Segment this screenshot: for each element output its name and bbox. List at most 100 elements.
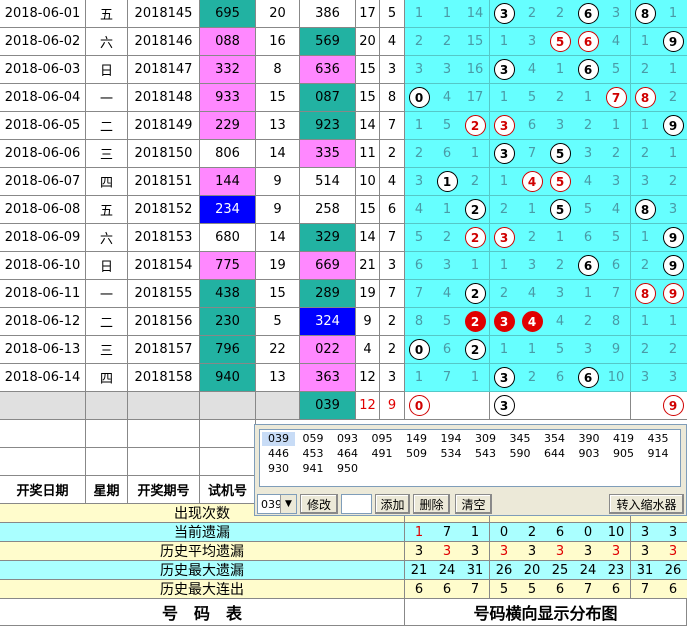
draw-date: 2018-06-07: [0, 168, 86, 196]
trial-number: 229: [200, 112, 256, 140]
number-combo[interactable]: 039 ▼: [257, 494, 297, 514]
number-list-item[interactable]: 941: [297, 462, 330, 476]
clear-button[interactable]: 清空: [455, 494, 492, 514]
dist-cell: 6: [574, 0, 603, 28]
stat-value: 1: [405, 523, 434, 542]
stat-value: 10: [602, 523, 631, 542]
dist-cell: 5: [602, 224, 631, 252]
dist-cell: 6: [518, 112, 547, 140]
number-list-item[interactable]: 390: [573, 432, 606, 446]
number-ball: 3: [493, 143, 515, 164]
number-list-item[interactable]: 464: [331, 447, 364, 461]
dist-cell: 1: [546, 56, 575, 84]
dist-cell: 4: [518, 168, 547, 196]
number-ball: 2: [464, 311, 486, 332]
number-list-item[interactable]: 345: [504, 432, 537, 446]
number-ball: 6: [577, 31, 599, 52]
stat-value: 3: [518, 542, 547, 561]
number-list-item[interactable]: 644: [538, 447, 571, 461]
number-list-item[interactable]: 543: [469, 447, 502, 461]
open-span: 3: [380, 56, 405, 84]
dist-cell: 6: [574, 56, 603, 84]
number-list-item[interactable]: 491: [366, 447, 399, 461]
number-list-item[interactable]: 534: [435, 447, 468, 461]
dist-cell: 6: [433, 336, 462, 364]
number-list-item[interactable]: 930: [262, 462, 295, 476]
number-list-item[interactable]: 446: [262, 447, 295, 461]
dist-cell: 3: [490, 140, 519, 168]
dist-cell: 4: [602, 196, 631, 224]
number-list-item[interactable]: 950: [331, 462, 364, 476]
number-list-item[interactable]: 149: [400, 432, 433, 446]
trial-number: 230: [200, 308, 256, 336]
dist-cell: 6: [574, 224, 603, 252]
dist-cell: 8: [405, 308, 434, 336]
number-list-item[interactable]: 309: [469, 432, 502, 446]
dist-cell: 2: [631, 140, 660, 168]
open-span: 2: [380, 308, 405, 336]
dist-cell: 3: [490, 224, 519, 252]
dist-cell: 3: [490, 364, 519, 392]
chevron-down-icon[interactable]: ▼: [280, 495, 296, 513]
number-ball: 6: [577, 255, 599, 276]
edit-input[interactable]: [341, 494, 372, 514]
number-ball: 0: [408, 339, 430, 360]
number-list[interactable]: 039 059 093 095 149 194 309 345 354 390 419 435 446 4…: [259, 429, 681, 487]
dist-cell: 3: [433, 252, 462, 280]
number-ball: 6: [577, 3, 599, 24]
number-list-item[interactable]: 435: [642, 432, 675, 446]
dist-cell: 2: [461, 308, 490, 336]
number-ball: 2: [464, 115, 486, 136]
dist-cell: 4: [518, 280, 547, 308]
dist-cell: 9: [659, 112, 687, 140]
number-list-item[interactable]: 914: [642, 447, 675, 461]
number-list-item[interactable]: 354: [538, 432, 571, 446]
trial-sum: 14: [256, 224, 300, 252]
number-list-item[interactable]: 590: [504, 447, 537, 461]
number-list-item[interactable]: 905: [607, 447, 640, 461]
blank-cell: [86, 448, 128, 476]
dist-cell: 6: [574, 28, 603, 56]
draw-date: 2018-06-14: [0, 364, 86, 392]
open-sum: 10: [356, 168, 380, 196]
number-list-item[interactable]: 509: [400, 447, 433, 461]
number-list-item[interactable]: 093: [331, 432, 364, 446]
stat-value: 3: [659, 542, 687, 561]
shrink-button[interactable]: 转入缩水器: [609, 494, 684, 514]
dist-cell: 3: [602, 0, 631, 28]
open-number: 363: [300, 364, 356, 392]
dist-cell: 0: [405, 336, 434, 364]
dist-cell: 1: [659, 0, 687, 28]
dist-cell: 1: [461, 364, 490, 392]
dist-cell: 5: [602, 56, 631, 84]
delete-button[interactable]: 删除: [413, 494, 450, 514]
trial-sum: 15: [256, 280, 300, 308]
trial-number: 695: [200, 0, 256, 28]
modify-button[interactable]: 修改: [300, 494, 338, 514]
dist-cell: 3: [405, 168, 434, 196]
dist-cell: 2: [490, 280, 519, 308]
dist-cell: 9: [659, 280, 687, 308]
dist-cell: 15: [461, 28, 490, 56]
dist-cell: 3: [490, 56, 519, 84]
number-list-item[interactable]: 059: [297, 432, 330, 446]
dist-cell: 8: [631, 196, 660, 224]
predict-cell: [461, 392, 490, 420]
number-ball: 2: [464, 339, 486, 360]
number-list-item[interactable]: 903: [573, 447, 606, 461]
add-button[interactable]: 添加: [375, 494, 410, 514]
stat-value: 6: [546, 523, 575, 542]
dist-cell: 2: [602, 140, 631, 168]
predict-number: 039: [300, 392, 356, 420]
number-list-item[interactable]: 419: [607, 432, 640, 446]
trial-number: 144: [200, 168, 256, 196]
draw-date: 2018-06-12: [0, 308, 86, 336]
number-list-item[interactable]: 194: [435, 432, 468, 446]
number-list-item[interactable]: 039: [262, 432, 295, 446]
number-ball: 6: [577, 59, 599, 80]
number-list-item[interactable]: 095: [366, 432, 399, 446]
dist-cell: 2: [574, 112, 603, 140]
predict-span: 9: [380, 392, 405, 420]
weekday: 三: [86, 140, 128, 168]
number-list-item[interactable]: 453: [297, 447, 330, 461]
